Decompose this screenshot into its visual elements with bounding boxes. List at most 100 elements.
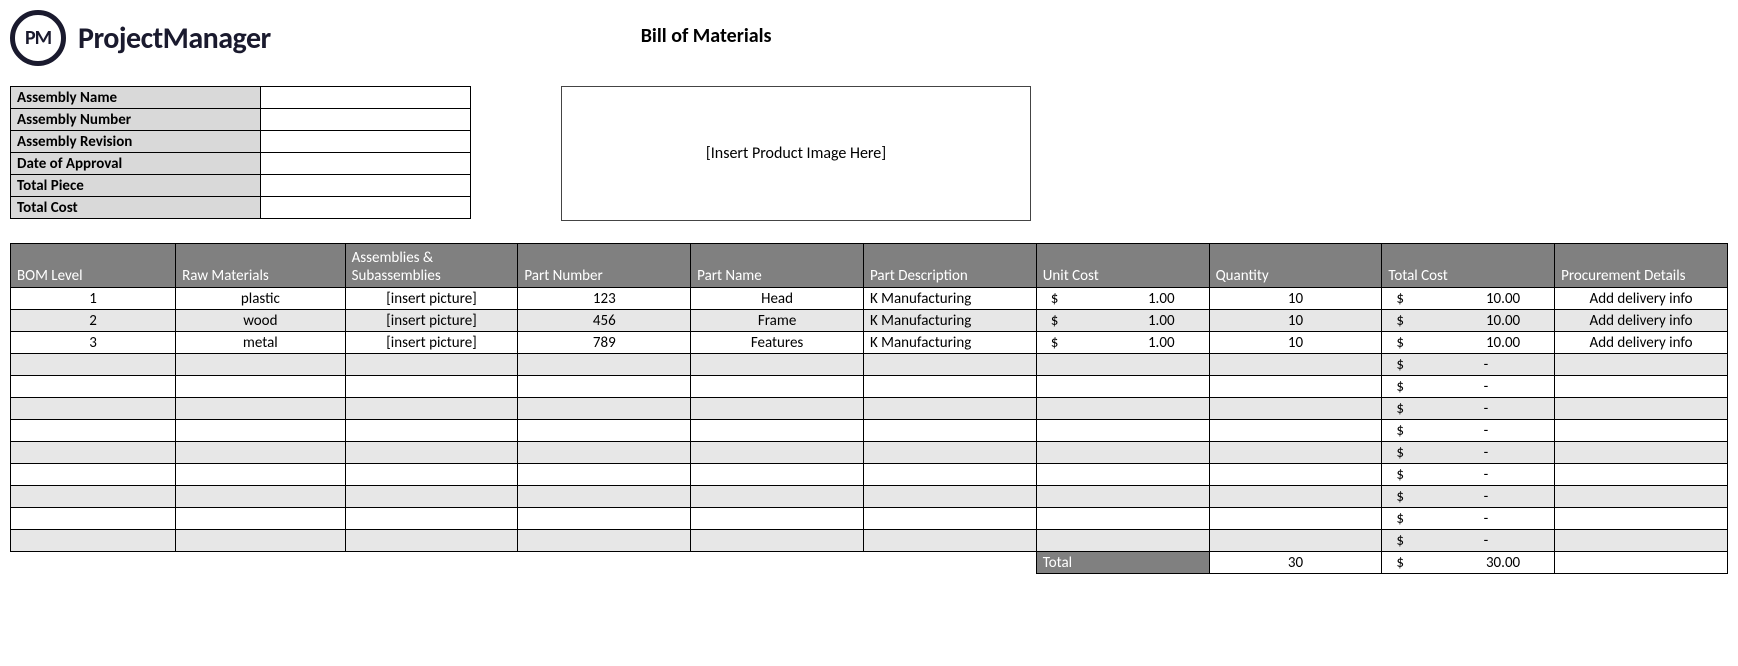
cell-level[interactable] — [11, 398, 176, 420]
cell-total[interactable]: $10.00 — [1382, 332, 1555, 354]
cell-unit[interactable]: $1.00 — [1036, 288, 1209, 310]
cell-proc[interactable] — [1555, 376, 1728, 398]
cell-qty[interactable] — [1209, 398, 1382, 420]
cell-proc[interactable] — [1555, 508, 1728, 530]
cell-unit[interactable] — [1036, 486, 1209, 508]
cell-raw[interactable] — [176, 354, 345, 376]
cell-proc[interactable] — [1555, 354, 1728, 376]
cell-partnum[interactable] — [518, 442, 691, 464]
cell-proc[interactable]: Add delivery info — [1555, 332, 1728, 354]
cell-qty[interactable] — [1209, 376, 1382, 398]
cell-desc[interactable] — [863, 354, 1036, 376]
cell-unit[interactable] — [1036, 530, 1209, 552]
cell-qty[interactable] — [1209, 420, 1382, 442]
cell-qty[interactable]: 10 — [1209, 332, 1382, 354]
cell-partname[interactable]: Head — [691, 288, 864, 310]
cell-unit[interactable] — [1036, 398, 1209, 420]
cell-raw[interactable]: wood — [176, 310, 345, 332]
cell-qty[interactable] — [1209, 486, 1382, 508]
meta-value-assembly-revision[interactable] — [261, 131, 471, 153]
cell-desc[interactable]: K Manufacturing — [863, 310, 1036, 332]
cell-qty[interactable]: 10 — [1209, 288, 1382, 310]
cell-desc[interactable] — [863, 530, 1036, 552]
cell-asm[interactable]: [insert picture] — [345, 288, 518, 310]
cell-partname[interactable]: Frame — [691, 310, 864, 332]
cell-unit[interactable] — [1036, 508, 1209, 530]
cell-total[interactable]: $10.00 — [1382, 310, 1555, 332]
cell-total[interactable]: $- — [1382, 530, 1555, 552]
cell-partnum[interactable] — [518, 420, 691, 442]
cell-partname[interactable] — [691, 464, 864, 486]
cell-partname[interactable] — [691, 486, 864, 508]
cell-level[interactable]: 1 — [11, 288, 176, 310]
cell-total[interactable]: $- — [1382, 442, 1555, 464]
cell-desc[interactable] — [863, 486, 1036, 508]
meta-value-date-of-approval[interactable] — [261, 153, 471, 175]
cell-partname[interactable] — [691, 530, 864, 552]
cell-partname[interactable] — [691, 376, 864, 398]
cell-raw[interactable] — [176, 376, 345, 398]
cell-raw[interactable]: plastic — [176, 288, 345, 310]
cell-level[interactable] — [11, 530, 176, 552]
cell-desc[interactable] — [863, 464, 1036, 486]
cell-desc[interactable] — [863, 376, 1036, 398]
cell-partname[interactable] — [691, 442, 864, 464]
cell-partname[interactable] — [691, 354, 864, 376]
cell-desc[interactable] — [863, 398, 1036, 420]
cell-total[interactable]: $- — [1382, 420, 1555, 442]
cell-level[interactable] — [11, 508, 176, 530]
cell-asm[interactable]: [insert picture] — [345, 310, 518, 332]
cell-asm[interactable] — [345, 354, 518, 376]
cell-desc[interactable] — [863, 442, 1036, 464]
cell-asm[interactable] — [345, 464, 518, 486]
cell-unit[interactable]: $1.00 — [1036, 310, 1209, 332]
cell-asm[interactable]: [insert picture] — [345, 332, 518, 354]
product-image-placeholder[interactable]: [Insert Product Image Here] — [561, 86, 1031, 221]
cell-level[interactable] — [11, 442, 176, 464]
cell-level[interactable]: 2 — [11, 310, 176, 332]
cell-level[interactable] — [11, 464, 176, 486]
meta-value-assembly-number[interactable] — [261, 109, 471, 131]
cell-unit[interactable]: $1.00 — [1036, 332, 1209, 354]
cell-asm[interactable] — [345, 376, 518, 398]
cell-partnum[interactable]: 789 — [518, 332, 691, 354]
cell-raw[interactable] — [176, 420, 345, 442]
cell-proc[interactable]: Add delivery info — [1555, 288, 1728, 310]
cell-proc[interactable] — [1555, 530, 1728, 552]
cell-partnum[interactable] — [518, 486, 691, 508]
cell-desc[interactable] — [863, 508, 1036, 530]
cell-qty[interactable]: 10 — [1209, 310, 1382, 332]
meta-value-total-piece[interactable] — [261, 175, 471, 197]
cell-unit[interactable] — [1036, 376, 1209, 398]
cell-level[interactable] — [11, 376, 176, 398]
cell-partnum[interactable] — [518, 398, 691, 420]
cell-unit[interactable] — [1036, 442, 1209, 464]
cell-proc[interactable] — [1555, 398, 1728, 420]
cell-qty[interactable] — [1209, 442, 1382, 464]
cell-partnum[interactable] — [518, 508, 691, 530]
meta-value-total-cost[interactable] — [261, 197, 471, 219]
cell-proc[interactable] — [1555, 420, 1728, 442]
cell-qty[interactable] — [1209, 530, 1382, 552]
cell-asm[interactable] — [345, 530, 518, 552]
cell-partname[interactable] — [691, 420, 864, 442]
meta-value-assembly-name[interactable] — [261, 87, 471, 109]
cell-raw[interactable] — [176, 442, 345, 464]
cell-level[interactable] — [11, 354, 176, 376]
cell-total[interactable]: $- — [1382, 354, 1555, 376]
cell-raw[interactable] — [176, 486, 345, 508]
cell-partnum[interactable] — [518, 376, 691, 398]
cell-desc[interactable]: K Manufacturing — [863, 288, 1036, 310]
cell-partnum[interactable]: 123 — [518, 288, 691, 310]
cell-level[interactable] — [11, 486, 176, 508]
cell-raw[interactable] — [176, 398, 345, 420]
cell-proc[interactable] — [1555, 442, 1728, 464]
cell-unit[interactable] — [1036, 464, 1209, 486]
cell-asm[interactable] — [345, 398, 518, 420]
cell-asm[interactable] — [345, 486, 518, 508]
cell-total[interactable]: $- — [1382, 376, 1555, 398]
cell-asm[interactable] — [345, 420, 518, 442]
cell-qty[interactable] — [1209, 508, 1382, 530]
cell-total[interactable]: $- — [1382, 486, 1555, 508]
cell-raw[interactable] — [176, 508, 345, 530]
